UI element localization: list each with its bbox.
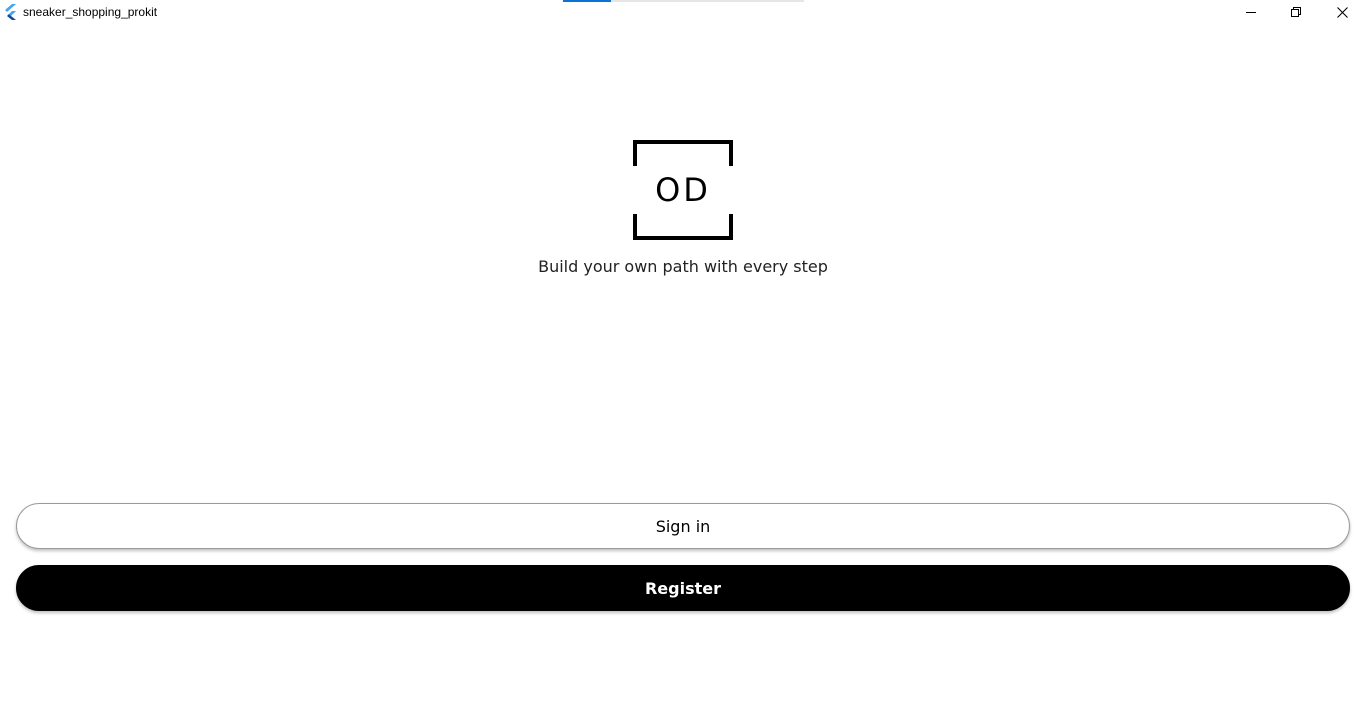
window-title: sneaker_shopping_prokit xyxy=(23,5,158,19)
register-button[interactable]: Register xyxy=(16,565,1350,611)
close-button[interactable] xyxy=(1319,0,1365,24)
minimize-button[interactable] xyxy=(1228,0,1274,24)
sign-in-button[interactable]: Sign in xyxy=(16,503,1350,549)
maximize-button[interactable] xyxy=(1273,0,1319,24)
maximize-icon xyxy=(1291,7,1301,17)
logo-text: OD xyxy=(655,171,711,209)
minimize-icon xyxy=(1246,12,1256,13)
brand-logo: OD xyxy=(633,140,733,240)
title-bar: sneaker_shopping_prokit xyxy=(0,0,1366,24)
app-window: sneaker_shopping_prokit OD Build your ow… xyxy=(0,0,1366,727)
close-icon xyxy=(1336,6,1348,18)
loading-progress-bar xyxy=(563,0,804,2)
loading-progress-fill xyxy=(563,0,612,2)
flutter-icon xyxy=(4,4,18,20)
tagline: Build your own path with every step xyxy=(538,257,828,276)
